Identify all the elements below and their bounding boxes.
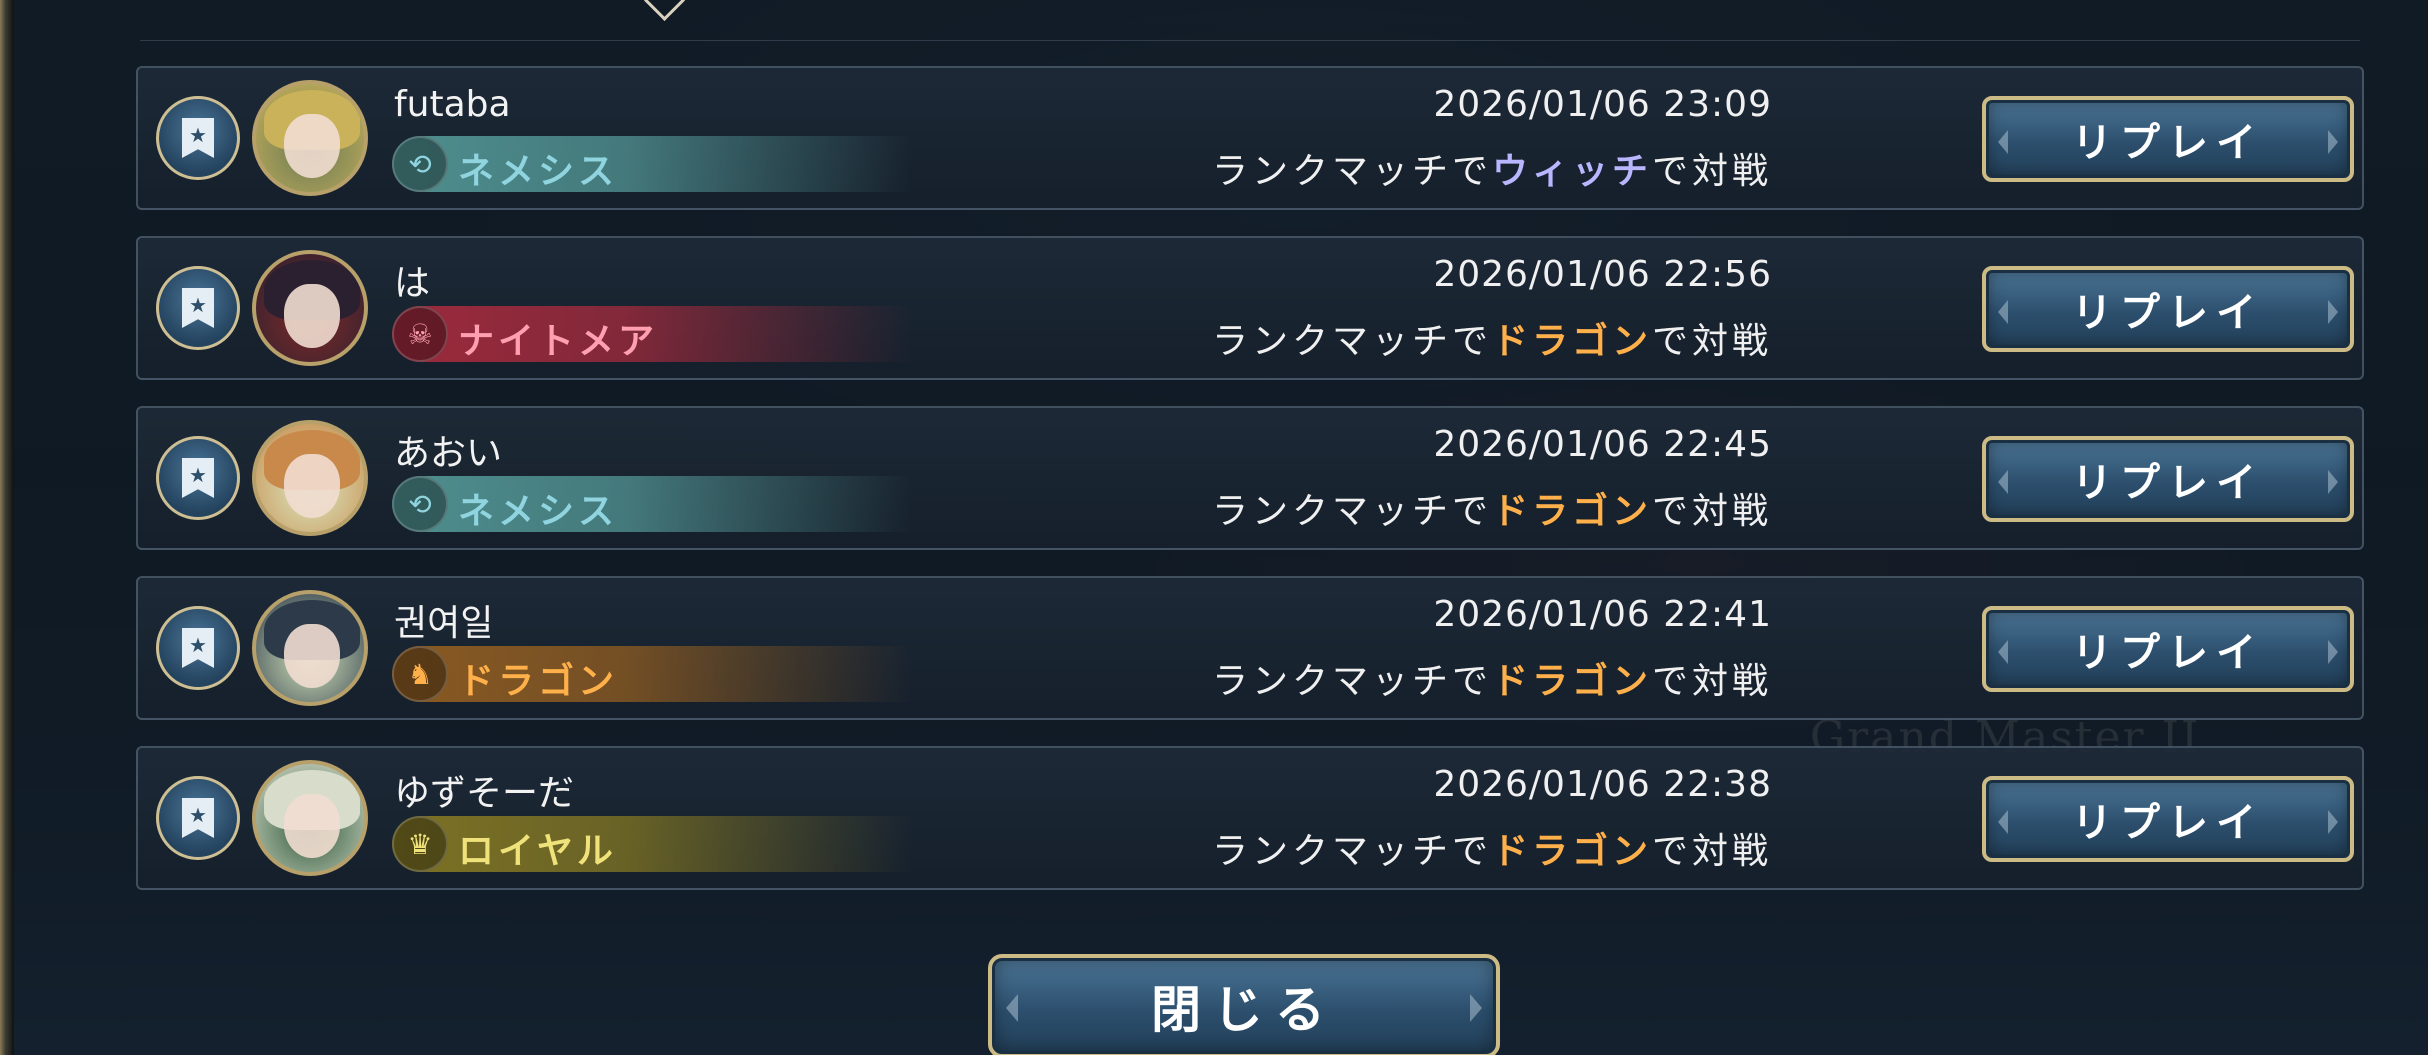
replay-button[interactable]: リプレイ (1982, 776, 2354, 862)
nemesis-icon: ⟲ (392, 476, 448, 532)
match-suffix: で対戦 (1651, 151, 1772, 192)
replay-button-label: リプレイ (2072, 800, 2264, 846)
replay-row-4: ★ 권여일 ♞ ドラゴン 2026/01/06 22:41 ランクマッチでドラゴ… (136, 576, 2364, 720)
player-avatar (252, 590, 368, 706)
player-name: 권여일 (394, 603, 494, 644)
player-avatar (252, 760, 368, 876)
replay-button-left-ornament-icon (1998, 640, 2008, 664)
class-bar: ⟲ ネメシス (392, 136, 912, 192)
replay-button-right-ornament-icon (2328, 300, 2338, 324)
bookmark-star-icon: ★ (182, 288, 214, 328)
opponent-class: ドラゴン (1491, 831, 1652, 872)
avatar-face (284, 114, 340, 178)
class-name: ネメシス (458, 151, 619, 192)
favorite-button[interactable]: ★ (156, 776, 240, 860)
player-name: は (394, 263, 431, 304)
nightmare-icon: ☠ (392, 306, 448, 362)
player-avatar (252, 420, 368, 536)
replay-row-3: ★ あおい ⟲ ネメシス 2026/01/06 22:45 ランクマッチでドラゴ… (136, 406, 2364, 550)
class-bar: ☠ ナイトメア (392, 306, 912, 362)
opponent-class: ドラゴン (1491, 661, 1652, 702)
replay-button[interactable]: リプレイ (1982, 96, 2354, 182)
opponent-class: ドラゴン (1491, 491, 1652, 532)
window-left-frame (0, 0, 14, 1055)
match-description: ランクマッチでドラゴンで対戦 (1212, 482, 1772, 534)
replay-history-screen: Grand Master II ★ futaba ⟲ ネメシス 2026/01/… (0, 0, 2428, 1055)
replay-button-left-ornament-icon (1998, 470, 2008, 494)
player-name: ゆずそーだ (394, 773, 575, 814)
match-prefix: ランクマッチで (1211, 491, 1492, 532)
match-prefix: ランクマッチで (1211, 151, 1492, 192)
close-button-right-ornament-icon (1470, 994, 1482, 1022)
match-description: ランクマッチでドラゴンで対戦 (1212, 652, 1772, 704)
bookmark-star-icon: ★ (182, 118, 214, 158)
class-name: ナイトメア (458, 321, 659, 362)
opponent-class: ウィッチ (1491, 151, 1652, 192)
bookmark-star-icon: ★ (182, 628, 214, 668)
close-button-left-ornament-icon (1006, 994, 1018, 1022)
replay-row-1: ★ futaba ⟲ ネメシス 2026/01/06 23:09 ランクマッチで… (136, 66, 2364, 210)
class-name: ロイヤル (458, 831, 617, 872)
replay-button-label: リプレイ (2072, 630, 2264, 676)
replay-row-5: ★ ゆずそーだ ♛ ロイヤル 2026/01/06 22:38 ランクマッチでド… (136, 746, 2364, 890)
replay-button-right-ornament-icon (2328, 810, 2338, 834)
match-datetime: 2026/01/06 22:56 (1433, 254, 1772, 295)
replay-button-label: リプレイ (2072, 460, 2264, 506)
class-bar: ♞ ドラゴン (392, 646, 912, 702)
replay-button-left-ornament-icon (1998, 810, 2008, 834)
dragon-icon: ♞ (392, 646, 448, 702)
player-name: あおい (394, 433, 503, 474)
avatar-face (284, 624, 340, 688)
favorite-button[interactable]: ★ (156, 436, 240, 520)
bookmark-star-icon: ★ (182, 798, 214, 838)
player-avatar (252, 250, 368, 366)
favorite-button[interactable]: ★ (156, 266, 240, 350)
opponent-class: ドラゴン (1491, 321, 1652, 362)
replay-button-label: リプレイ (2072, 290, 2264, 336)
match-datetime: 2026/01/06 22:38 (1433, 764, 1772, 805)
match-suffix: で対戦 (1651, 831, 1772, 872)
player-name: futaba (394, 84, 511, 125)
replay-button-left-ornament-icon (1998, 300, 2008, 324)
match-prefix: ランクマッチで (1211, 661, 1492, 702)
match-description: ランクマッチでドラゴンで対戦 (1212, 312, 1772, 364)
replay-button[interactable]: リプレイ (1982, 606, 2354, 692)
bookmark-star-icon: ★ (182, 458, 214, 498)
royal-crown-icon: ♛ (392, 816, 448, 872)
avatar-face (284, 794, 340, 858)
class-name: ドラゴン (458, 661, 619, 702)
close-button[interactable]: 閉じる (988, 954, 1500, 1055)
nemesis-icon: ⟲ (392, 136, 448, 192)
match-prefix: ランクマッチで (1211, 321, 1492, 362)
replay-button-right-ornament-icon (2328, 470, 2338, 494)
player-avatar (252, 80, 368, 196)
replay-button-left-ornament-icon (1998, 130, 2008, 154)
avatar-face (284, 284, 340, 348)
class-bar: ♛ ロイヤル (392, 816, 912, 872)
close-button-label: 閉じる (1151, 981, 1337, 1039)
match-datetime: 2026/01/06 22:45 (1433, 424, 1772, 465)
replay-button-right-ornament-icon (2328, 130, 2338, 154)
match-suffix: で対戦 (1651, 491, 1772, 532)
match-description: ランクマッチでドラゴンで対戦 (1212, 822, 1772, 874)
replay-button[interactable]: リプレイ (1982, 266, 2354, 352)
match-description: ランクマッチでウィッチで対戦 (1212, 142, 1772, 194)
replay-row-2: ★ は ☠ ナイトメア 2026/01/06 22:56 ランクマッチでドラゴン… (136, 236, 2364, 380)
avatar-face (284, 454, 340, 518)
favorite-button[interactable]: ★ (156, 96, 240, 180)
class-name: ネメシス (458, 491, 619, 532)
replay-button-right-ornament-icon (2328, 640, 2338, 664)
class-bar: ⟲ ネメシス (392, 476, 912, 532)
match-suffix: で対戦 (1651, 661, 1772, 702)
match-datetime: 2026/01/06 23:09 (1433, 84, 1772, 125)
top-divider (140, 40, 2360, 41)
favorite-button[interactable]: ★ (156, 606, 240, 690)
match-suffix: で対戦 (1651, 321, 1772, 362)
replay-button[interactable]: リプレイ (1982, 436, 2354, 522)
replay-button-label: リプレイ (2072, 120, 2264, 166)
match-prefix: ランクマッチで (1211, 831, 1492, 872)
match-datetime: 2026/01/06 22:41 (1433, 594, 1772, 635)
